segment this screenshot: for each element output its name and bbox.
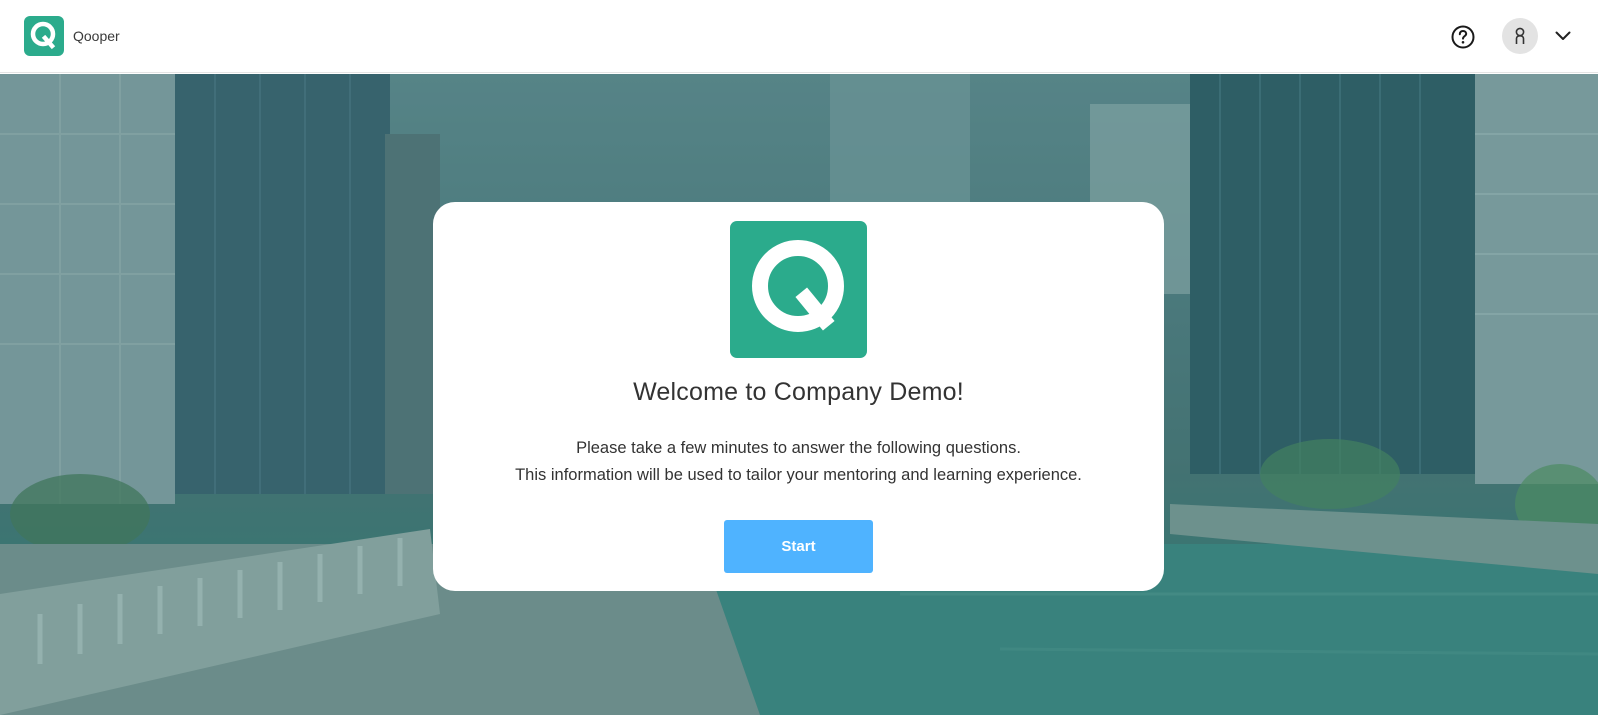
welcome-title: Welcome to Company Demo! (633, 378, 964, 406)
brand[interactable]: Qooper (24, 16, 120, 56)
welcome-line-2: This information will be used to tailor … (515, 466, 1082, 484)
welcome-card: Welcome to Company Demo! Please take a f… (433, 202, 1164, 591)
background-photo: Welcome to Company Demo! Please take a f… (0, 74, 1598, 715)
brand-name: Qooper (73, 28, 120, 44)
qooper-logo-icon (730, 221, 867, 358)
top-bar: Qooper (0, 0, 1598, 73)
welcome-line-1: Please take a few minutes to answer the … (576, 439, 1021, 457)
start-button[interactable]: Start (724, 520, 873, 573)
help-icon[interactable] (1450, 24, 1476, 50)
user-icon (1515, 27, 1525, 44)
account-menu-chevron-down-icon[interactable] (1554, 27, 1572, 45)
welcome-description: Please take a few minutes to answer the … (433, 435, 1164, 489)
avatar[interactable] (1502, 18, 1538, 54)
qooper-logo-icon (24, 16, 64, 56)
